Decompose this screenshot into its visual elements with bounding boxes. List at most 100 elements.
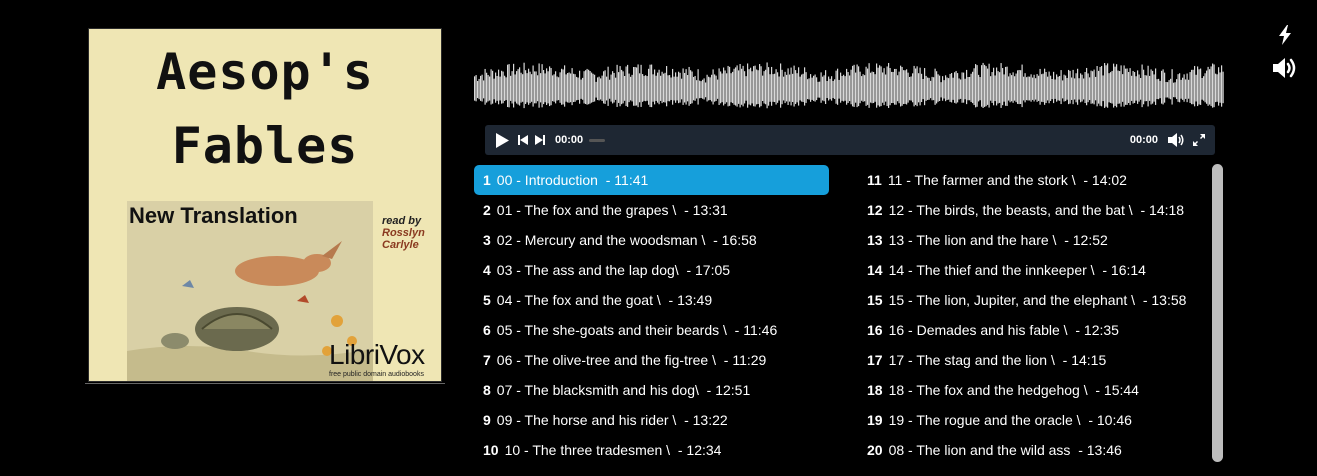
playlist-track[interactable]: 4 03 - The ass and the lap dog\ - 17:05 — [474, 255, 829, 285]
playlist-track[interactable]: 2 01 - The fox and the grapes \ - 13:31 — [474, 195, 829, 225]
waveform-bar — [865, 66, 867, 106]
waveform-bar — [547, 71, 549, 104]
waveform-bar — [1033, 74, 1035, 102]
playlist-track[interactable]: 8 07 - The blacksmith and his dog\ - 12:5… — [474, 375, 829, 405]
track-title: 06 - The olive-tree and the fig-tree \ -… — [496, 352, 767, 368]
next-track-button[interactable] — [535, 125, 545, 155]
playlist-track[interactable]: 13 13 - The lion and the hare \ - 12:52 — [858, 225, 1188, 255]
playlist-track[interactable]: 6 05 - The she-goats and their beards \ -… — [474, 315, 829, 345]
waveform-bar — [801, 74, 803, 102]
track-number: 9 — [483, 412, 491, 428]
waveform-bar — [687, 75, 689, 102]
waveform-bar — [541, 64, 543, 108]
waveform-bar — [997, 71, 999, 104]
waveform-bar — [733, 68, 735, 105]
waveform-bar — [1026, 77, 1028, 101]
waveform-bar — [495, 72, 497, 103]
waveform-bar — [1144, 75, 1146, 102]
playlist-track[interactable]: 1 00 - Introduction - 11:41 — [474, 165, 829, 195]
waveform-bar — [856, 64, 858, 108]
waveform-bar — [517, 69, 519, 105]
waveform-bar — [613, 72, 615, 103]
waveform-bar — [786, 74, 788, 102]
waveform-bar — [966, 69, 968, 105]
playlist-track[interactable]: 15 15 - The lion, Jupiter, and the elepha… — [858, 285, 1188, 315]
waveform-bar — [1056, 74, 1058, 102]
waveform-bar — [549, 66, 551, 107]
waveform-bar — [906, 69, 908, 105]
waveform-bar — [555, 71, 557, 104]
reader-prefix: read by — [382, 215, 422, 227]
waveform-bar — [915, 68, 917, 105]
track-number: 2 — [483, 202, 491, 218]
playlist-track[interactable]: 3 02 - Mercury and the woodsman \ - 16:58 — [474, 225, 829, 255]
waveform-bar — [1093, 69, 1095, 105]
waveform-bar — [949, 73, 951, 102]
waveform-bar — [559, 72, 561, 103]
sound-button[interactable] — [1272, 56, 1300, 85]
playlist-track[interactable]: 12 12 - The birds, the beasts, and the ba… — [858, 195, 1188, 225]
waveform-bar — [768, 67, 770, 106]
playlist-track[interactable]: 5 04 - The fox and the goat \ - 13:49 — [474, 285, 829, 315]
playlist-track[interactable]: 17 17 - The stag and the lion \ - 14:15 — [858, 345, 1188, 375]
waveform-bar — [1096, 66, 1098, 107]
waveform-bar — [502, 71, 504, 104]
waveform-bar — [538, 63, 540, 108]
waveform-bar — [964, 78, 966, 100]
waveform-bar — [853, 64, 855, 107]
waveform-bar — [999, 72, 1001, 103]
waveform-bar — [918, 73, 920, 103]
lightning-icon — [1279, 25, 1291, 45]
play-button[interactable] — [495, 125, 509, 155]
waveform-bar — [960, 79, 962, 99]
waveform-bar — [630, 76, 632, 101]
waveform-bar — [711, 74, 713, 102]
waveform-bar — [652, 74, 654, 102]
waveform-bar — [1110, 72, 1112, 103]
waveform-bar — [1156, 79, 1158, 100]
waveform-bar — [1155, 68, 1157, 105]
waveform-bar — [535, 71, 537, 104]
waveform-bar — [781, 69, 783, 105]
track-number: 14 — [867, 262, 883, 278]
playlist-track[interactable]: 11 11 - The farmer and the stork \ - 14:0… — [858, 165, 1188, 195]
playlist-scrollbar[interactable] — [1212, 164, 1223, 462]
waveform-bar — [807, 79, 809, 100]
waveform-bar — [598, 76, 600, 101]
waveform-bar — [720, 71, 722, 104]
waveform-bar — [790, 67, 792, 106]
waveform-bar — [753, 66, 755, 107]
playlist-track[interactable]: 20 08 - The lion and the wild ass - 13:46 — [858, 435, 1188, 465]
playlist-track[interactable]: 7 06 - The olive-tree and the fig-tree \ … — [474, 345, 829, 375]
waveform-bar — [684, 72, 686, 103]
waveform-bar — [1161, 70, 1163, 104]
progress-slider[interactable] — [589, 139, 605, 142]
waveform-bar — [861, 76, 863, 101]
waveform-bar — [1194, 65, 1196, 107]
playlist-track[interactable]: 18 18 - The fox and the hedgehog \ - 15:4… — [858, 375, 1188, 405]
lightning-button[interactable] — [1277, 25, 1293, 50]
fullscreen-button[interactable] — [1193, 125, 1205, 155]
audio-waveform[interactable] — [474, 58, 1224, 120]
waveform-bar — [1003, 74, 1005, 102]
waveform-bar — [945, 75, 947, 102]
waveform-bar — [891, 71, 893, 104]
waveform-bar — [909, 76, 911, 101]
waveform-bar — [769, 74, 771, 102]
previous-track-button[interactable] — [518, 125, 528, 155]
waveform-bar — [744, 71, 746, 104]
waveform-bar — [883, 68, 885, 106]
waveform-bar — [975, 64, 977, 108]
playlist-track[interactable]: 19 19 - The rogue and the oracle \ - 10:4… — [858, 405, 1188, 435]
album-cover: Aesop's Fables New Translation read by R… — [88, 28, 442, 382]
waveform-bar — [654, 69, 656, 105]
playlist-track[interactable]: 14 14 - The thief and the innkeeper \ - 1… — [858, 255, 1188, 285]
track-number: 17 — [867, 352, 883, 368]
waveform-bar — [699, 80, 701, 99]
waveform-bar — [1098, 70, 1100, 104]
playlist-track[interactable]: 10 10 - The three tradesmen \ - 12:34 — [474, 435, 829, 465]
playlist-track[interactable]: 9 09 - The horse and his rider \ - 13:22 — [474, 405, 829, 435]
playlist-track[interactable]: 16 16 - Demades and his fable \ - 12:35 — [858, 315, 1188, 345]
waveform-bar — [1107, 63, 1109, 108]
volume-button[interactable] — [1168, 125, 1185, 155]
